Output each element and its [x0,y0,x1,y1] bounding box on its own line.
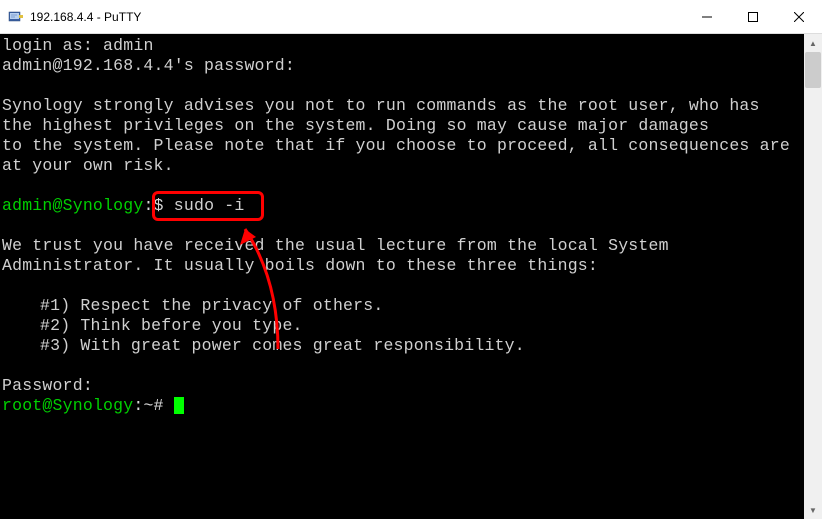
user-command: sudo -i [174,196,245,215]
minimize-button[interactable] [684,0,730,33]
lecture-line: Administrator. It usually boils down to … [2,256,804,276]
rule-line: #3) With great power comes great respons… [2,336,804,356]
login-prompt: login as: [2,36,103,55]
putty-icon [8,9,24,25]
password-prompt-suffix: 's password: [174,56,295,75]
rule-line: #2) Think before you type. [2,316,804,336]
warning-line: Synology strongly advises you not to run… [2,96,804,116]
root-prompt-user: root@Synology [2,396,133,415]
prompt-sep: : [143,196,153,215]
warning-line: at your own risk. [2,156,804,176]
window-title: 192.168.4.4 - PuTTY [30,10,684,24]
close-button[interactable] [776,0,822,33]
warning-line: to the system. Please note that if you c… [2,136,804,156]
user-prompt-user: admin@Synology [2,196,143,215]
lecture-line: We trust you have received the usual lec… [2,236,804,256]
cursor-icon [174,397,184,414]
prompt-sep: : [133,396,143,415]
scrollbar-track[interactable]: ▲ ▼ [804,34,822,519]
scroll-up-icon[interactable]: ▲ [804,34,822,52]
warning-line: the highest privileges on the system. Do… [2,116,804,136]
prompt-dollar: $ [154,196,174,215]
password-prompt-user: admin@192.168.4.4 [2,56,174,75]
scrollbar-thumb[interactable] [805,52,821,88]
prompt-tilde: ~ [143,396,153,415]
login-user: admin [103,36,154,55]
terminal-container: login as: admin admin@192.168.4.4's pass… [0,34,822,519]
window-controls [684,0,822,33]
window-titlebar: 192.168.4.4 - PuTTY [0,0,822,34]
maximize-button[interactable] [730,0,776,33]
prompt-hash: # [154,396,174,415]
rule-line: #1) Respect the privacy of others. [2,296,804,316]
password-label: Password: [2,376,804,396]
terminal-output[interactable]: login as: admin admin@192.168.4.4's pass… [0,34,804,519]
scroll-down-icon[interactable]: ▼ [804,501,822,519]
